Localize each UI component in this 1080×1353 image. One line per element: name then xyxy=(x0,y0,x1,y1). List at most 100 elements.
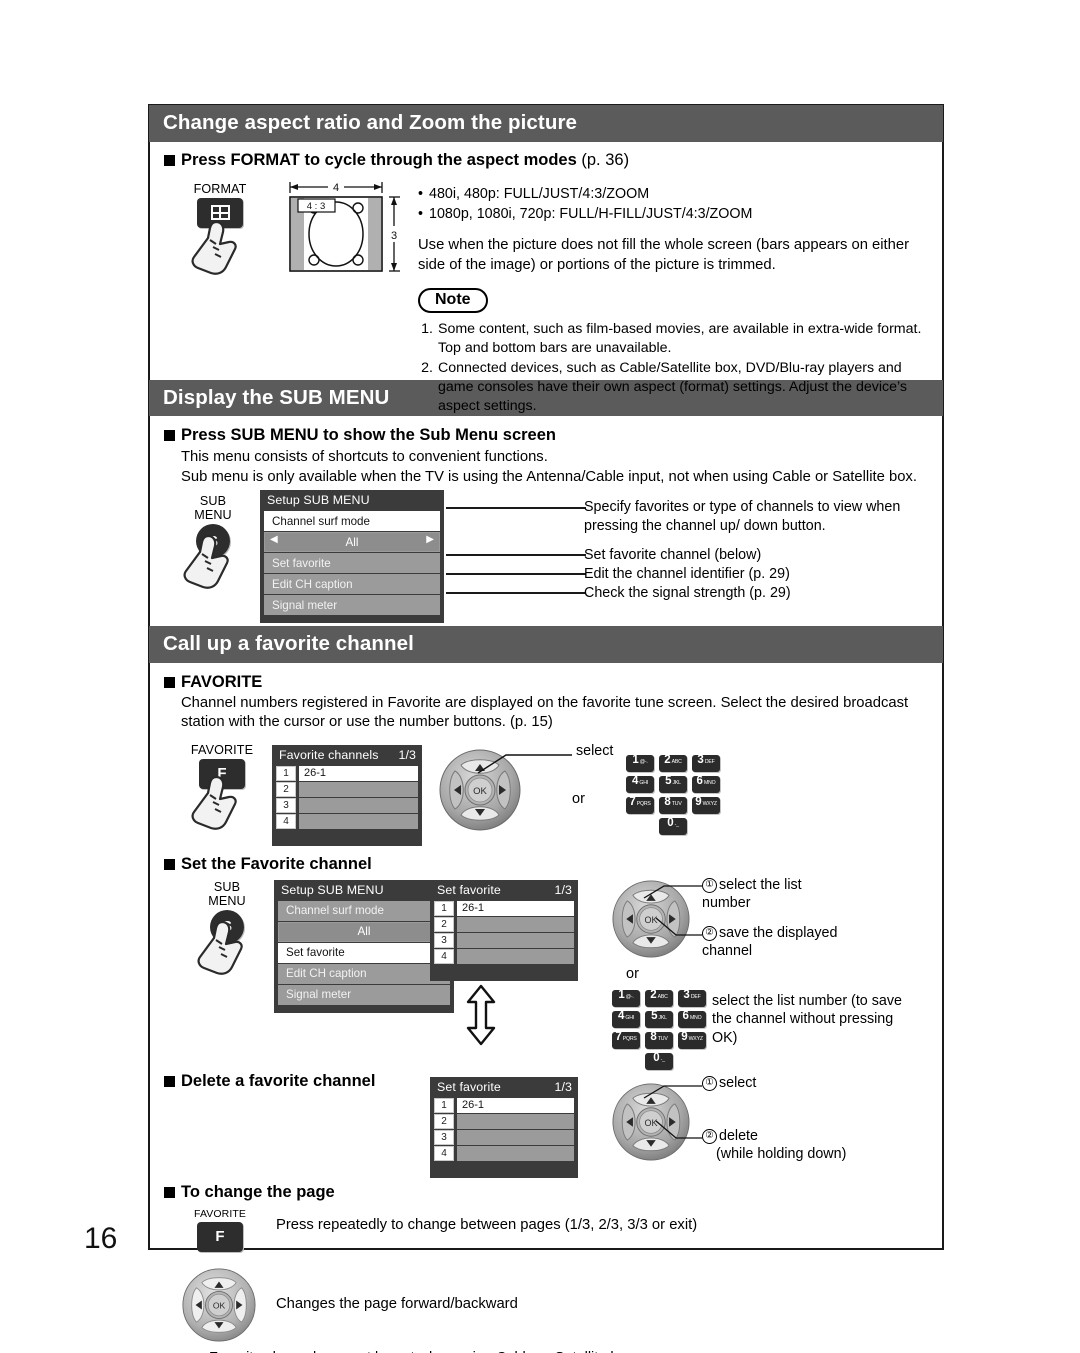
num-key-1[interactable]: 1 @-. xyxy=(612,989,640,1007)
osd-item-edit-ch-caption[interactable]: Edit CH caption xyxy=(264,574,440,595)
remote-key-favorite[interactable]: FAVORITE F xyxy=(178,743,266,830)
osd-item-edit-ch-caption[interactable]: Edit CH caption xyxy=(278,963,450,984)
callout-delete-step-1: ① select xyxy=(702,1075,756,1091)
heading-change-page-text: To change the page xyxy=(181,1182,335,1201)
list-number: 4 xyxy=(434,1145,454,1161)
osd-set-favorite-list: Set favorite 1/3 1 26-1 2 3 4 xyxy=(430,879,578,981)
list-item[interactable]: 1 26-1 xyxy=(276,765,418,781)
list-item[interactable]: 3 xyxy=(434,1129,574,1145)
list-item[interactable]: 2 xyxy=(276,781,418,797)
remote-key-favorite-2[interactable]: FAVORITE F xyxy=(180,1208,260,1252)
num-key-9[interactable]: 9 WXYZ xyxy=(678,1031,706,1049)
aspect-mode-480: 480i, 480p: FULL/JUST/4:3/ZOOM xyxy=(429,185,650,202)
osd-value-all[interactable]: All xyxy=(278,921,450,942)
list-number: 2 xyxy=(276,781,296,797)
numeric-keypad[interactable]: 1 @-. 2 ABC 3 DEF 4 GHI 5 JKL 6 MNO 7 PQRS 8 TUV… xyxy=(626,754,720,835)
remote-key-submenu-label-2: MENU xyxy=(194,508,232,523)
bullet-square-icon xyxy=(164,676,175,688)
list-item[interactable]: 4 xyxy=(434,948,574,964)
osd-item-channel-surf-mode[interactable]: Channel surf mode xyxy=(264,511,440,532)
favorite-button[interactable]: F xyxy=(197,1221,243,1252)
num-key-4[interactable]: 4 GHI xyxy=(626,775,654,793)
list-number: 2 xyxy=(434,1113,454,1129)
callout-channel-surf: Specify favorites or type of channels to… xyxy=(584,499,901,534)
step-subtext: (while holding down) xyxy=(716,1146,847,1163)
list-item: • 1080p, 1080i, 720p: FULL/H-FILL/JUST/4:… xyxy=(418,204,928,225)
remote-key-submenu[interactable]: SUB MENU S xyxy=(170,494,256,589)
heading-set-favorite: Set the Favorite channel xyxy=(164,855,930,874)
heading-favorite-text: FAVORITE xyxy=(181,672,263,691)
osd-item-set-favorite[interactable]: Set favorite xyxy=(264,553,440,574)
list-item[interactable]: 2 xyxy=(434,1113,574,1129)
osd-item-signal-meter[interactable]: Signal meter xyxy=(278,984,450,1005)
step-text: delete xyxy=(719,1127,758,1144)
list-number: 1 xyxy=(434,900,454,916)
or-label: or xyxy=(572,790,585,807)
num-key-8[interactable]: 8 TUV xyxy=(645,1031,673,1049)
callout-delete-step-2: ② delete (while holding down) xyxy=(702,1127,846,1164)
num-key-3[interactable]: 3 DEF xyxy=(678,989,706,1007)
num-key-0[interactable]: 0 -_ xyxy=(659,817,687,835)
num-key-3[interactable]: 3 DEF xyxy=(692,754,720,772)
step-text: select the list number xyxy=(702,876,802,912)
num-key-8[interactable]: 8 TUV xyxy=(659,796,687,814)
list-value: 26-1 xyxy=(299,765,418,781)
osd-item-channel-surf-mode[interactable]: Channel surf mode xyxy=(278,900,450,921)
step-text: select xyxy=(719,1074,757,1091)
num-key-4[interactable]: 4 GHI xyxy=(612,1010,640,1028)
numeric-keypad-2[interactable]: 1 @-. 2 ABC 3 DEF 4 GHI 5 JKL 6 MNO 7 PQRS 8 TUV… xyxy=(612,989,706,1070)
heading-favorite: FAVORITE xyxy=(164,673,930,692)
list-item: 2. Connected devices, such as Cable/Sate… xyxy=(418,359,928,416)
osd-setup-submenu-2: Setup SUB MENU Channel surf mode All Set… xyxy=(274,879,454,1013)
list-item[interactable]: 3 xyxy=(434,932,574,948)
list-item[interactable]: 2 xyxy=(434,916,574,932)
osd-value-all[interactable]: ◀ All ▶ xyxy=(264,532,440,553)
remote-key-submenu-2[interactable]: SUB MENU S xyxy=(184,880,270,975)
svg-text:OK: OK xyxy=(213,1301,226,1311)
note-number: 1. xyxy=(421,320,433,337)
list-item[interactable]: 1 26-1 xyxy=(434,1097,574,1113)
submenu-line-1: This menu consists of shortcuts to conve… xyxy=(181,449,548,466)
list-number: 3 xyxy=(276,797,296,813)
num-key-6[interactable]: 6 MNO xyxy=(678,1010,706,1028)
list-item[interactable]: 1 26-1 xyxy=(434,900,574,916)
list-item[interactable]: 4 xyxy=(434,1145,574,1161)
list-number: 4 xyxy=(276,813,296,829)
num-key-1[interactable]: 1 @-. xyxy=(626,754,654,772)
osd-delete-favorite-list: Set favorite 1/3 1 26-1 2 3 4 xyxy=(430,1076,578,1178)
callout-step-1: ① select the list number xyxy=(702,876,852,913)
hand-pointer-icon xyxy=(186,218,240,276)
osd-page-indicator: 1/3 xyxy=(554,882,572,897)
right-arrow-icon[interactable]: ▶ xyxy=(426,535,434,545)
favorite-paragraph: Channel numbers registered in Favorite a… xyxy=(181,694,909,731)
set-favorite-row: SUB MENU S Setup SUB MENU xyxy=(164,877,930,1076)
num-key-0[interactable]: 0 -_ xyxy=(645,1052,673,1070)
osd-item-set-favorite[interactable]: Set favorite xyxy=(278,942,450,963)
dpad-cursor-page[interactable]: OK xyxy=(182,1268,256,1342)
list-number: 3 xyxy=(434,932,454,948)
num-key-5[interactable]: 5 JKL xyxy=(659,775,687,793)
leader-line xyxy=(446,507,586,509)
favorite-button-glyph: F xyxy=(215,1228,225,1246)
osd-title-text: Setup SUB MENU xyxy=(267,493,370,508)
note-badge: Note xyxy=(418,287,488,313)
num-key-9[interactable]: 9 WXYZ xyxy=(692,796,720,814)
num-key-5[interactable]: 5 JKL xyxy=(645,1010,673,1028)
list-value xyxy=(457,1145,574,1161)
aspect-right-column: • 480i, 480p: FULL/JUST/4:3/ZOOM • 1080p, … xyxy=(418,184,928,418)
step-number: ① xyxy=(702,877,717,893)
list-item[interactable]: 3 xyxy=(276,797,418,813)
torn-edge-icon xyxy=(272,829,422,843)
left-arrow-icon[interactable]: ◀ xyxy=(270,535,278,545)
osd-item-signal-meter[interactable]: Signal meter xyxy=(264,595,440,616)
remote-key-format[interactable]: FORMAT xyxy=(172,182,268,275)
bullet-square-icon xyxy=(164,154,175,166)
list-item[interactable]: 4 xyxy=(276,813,418,829)
num-key-7[interactable]: 7 PQRS xyxy=(612,1031,640,1049)
num-key-6[interactable]: 6 MNO xyxy=(692,775,720,793)
svg-text:OK: OK xyxy=(473,786,487,797)
num-key-7[interactable]: 7 PQRS xyxy=(626,796,654,814)
num-key-2[interactable]: 2 ABC xyxy=(645,989,673,1007)
num-key-2[interactable]: 2 ABC xyxy=(659,754,687,772)
heading-set-favorite-text: Set the Favorite channel xyxy=(181,854,372,873)
